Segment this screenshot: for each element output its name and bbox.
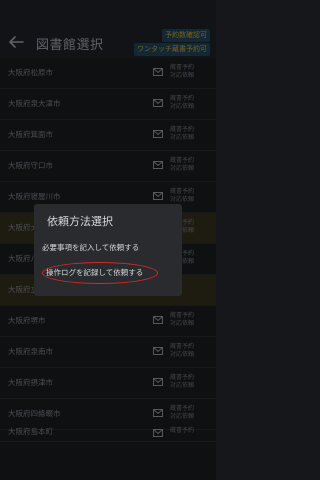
request-method-dialog: 依頼方法選択 必要事項を記入して依頼する 操作ログを記録して依頼する <box>34 204 182 296</box>
dialog-title: 依頼方法選択 <box>47 215 113 228</box>
log-request-option-label: 操作ログを記録して依頼する <box>46 268 144 277</box>
log-request-option[interactable]: 操作ログを記録して依頼する <box>42 262 158 284</box>
fill-in-request-option[interactable]: 必要事項を記入して依頼する <box>42 240 139 256</box>
